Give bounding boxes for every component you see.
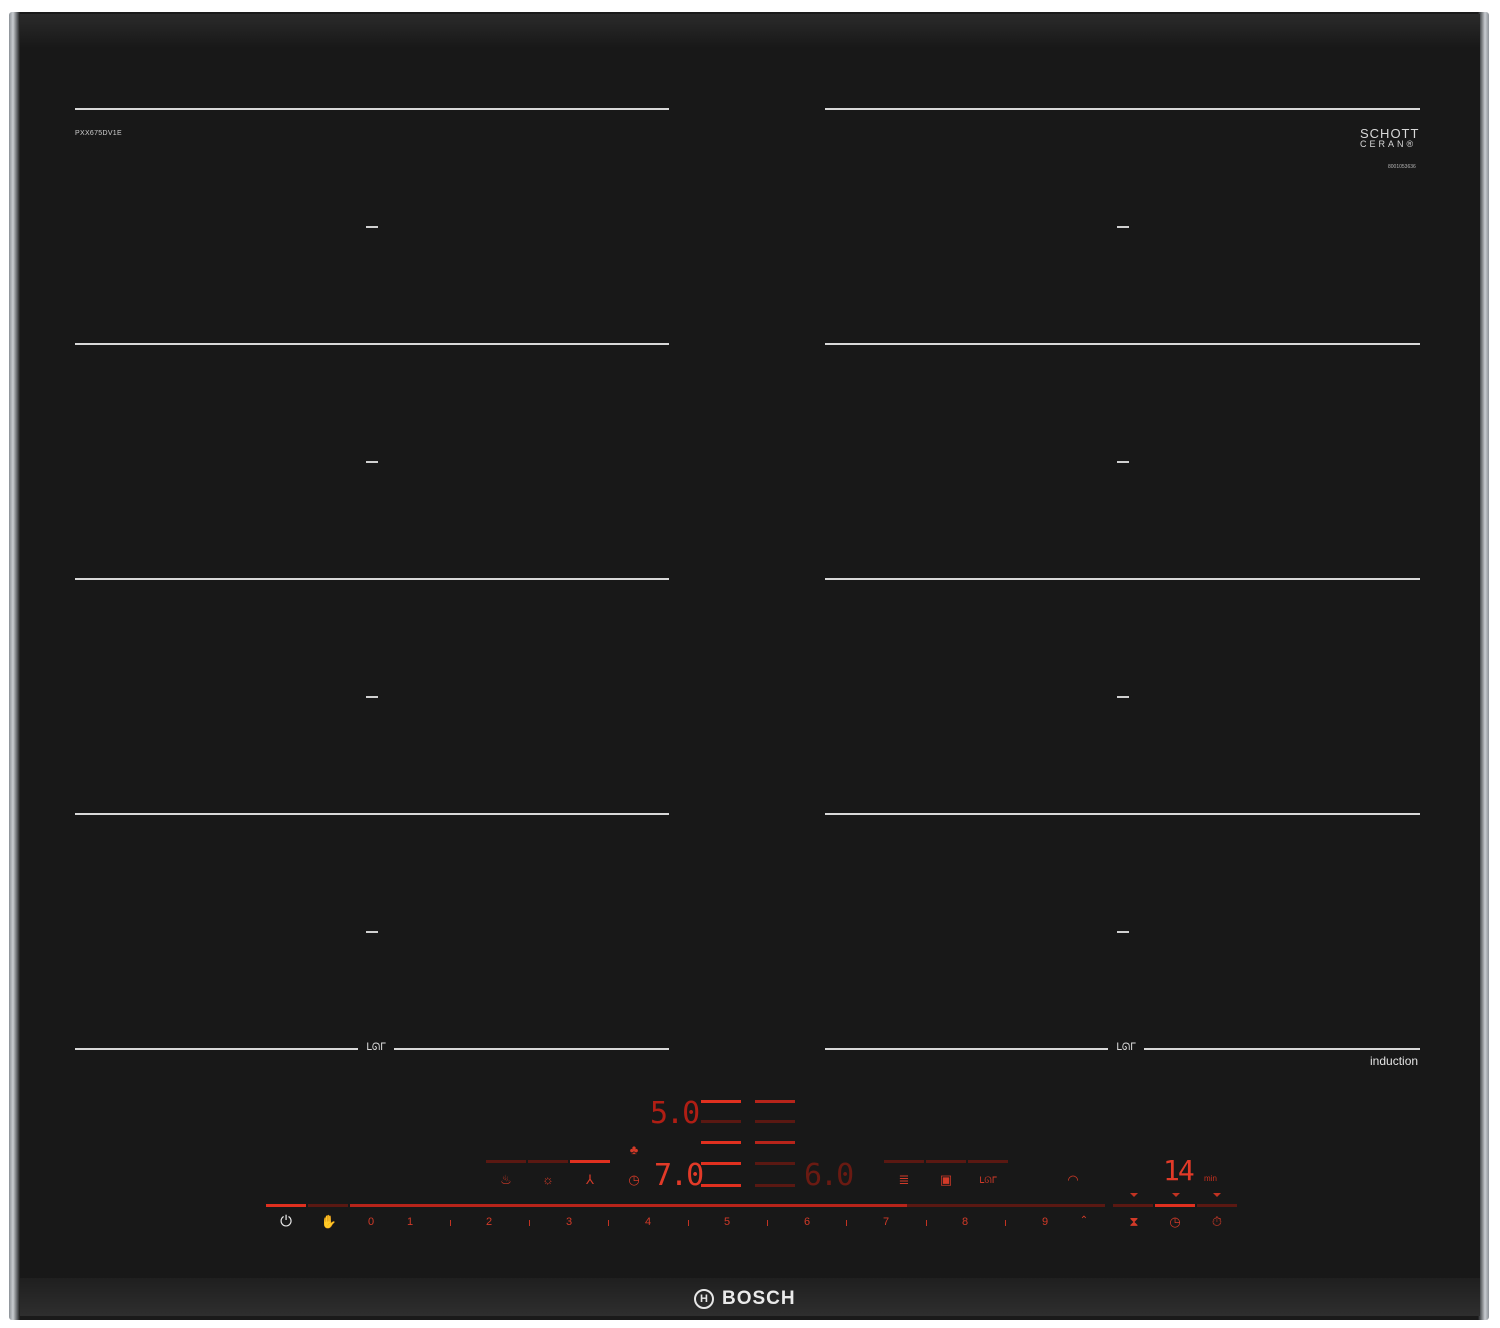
power-slider-track (350, 1204, 907, 1207)
power-slider-track-inactive (907, 1204, 1105, 1207)
ceran-text: CERAN® (1360, 139, 1417, 149)
slider-number[interactable]: 6 (799, 1216, 815, 1228)
timer-caret (1213, 1193, 1221, 1197)
zone-indicator (755, 1141, 795, 1144)
zone-indicator (701, 1184, 741, 1187)
slider-tick (608, 1220, 609, 1226)
timer-unit-label: min (1204, 1174, 1217, 1183)
light-icon[interactable]: ☼ (538, 1172, 558, 1188)
function-indicator (968, 1160, 1008, 1163)
slider-tick (529, 1220, 530, 1226)
zone-center-mark (366, 226, 378, 228)
zone-line (75, 108, 669, 110)
function-indicator (926, 1160, 966, 1163)
slider-number[interactable]: 1 (402, 1216, 418, 1228)
slider-number[interactable]: 7 (878, 1216, 894, 1228)
zone-center-mark (1117, 226, 1129, 228)
zone-line (75, 343, 669, 345)
slider-number[interactable]: 8 (957, 1216, 973, 1228)
slider-number[interactable]: 0 (363, 1216, 379, 1228)
serial-label: 8001053636 (1388, 164, 1416, 170)
stopwatch-icon[interactable]: ⏱ (1207, 1214, 1227, 1230)
zone-center-mark (1117, 696, 1129, 698)
zone-indicator (755, 1162, 795, 1165)
clock-icon[interactable]: ◷ (624, 1172, 644, 1188)
timer-caret (1172, 1193, 1180, 1197)
schott-ceran-logo: SCHOTT CERAN® (1360, 126, 1420, 149)
fan-icon[interactable]: ⅄ (580, 1172, 600, 1188)
zone-line (825, 813, 1420, 815)
brand-name: BOSCH (722, 1288, 796, 1309)
power-level-display-upper: 5.0 (650, 1096, 700, 1131)
top-edge (20, 14, 1480, 48)
zone-indicator (701, 1120, 741, 1123)
function-indicator (884, 1160, 924, 1163)
zone-indicator (755, 1184, 795, 1187)
slider-number[interactable]: 9 (1037, 1216, 1053, 1228)
zone-indicator (701, 1100, 741, 1103)
function-indicator (528, 1160, 568, 1163)
slider-number[interactable]: 2 (481, 1216, 497, 1228)
timer-indicator (1197, 1204, 1237, 1207)
zone-indicator (701, 1141, 741, 1144)
zone-indicator (701, 1162, 741, 1165)
slider-tick (926, 1220, 927, 1226)
slider-number[interactable]: 5 (719, 1216, 735, 1228)
zone-center-mark (1117, 461, 1129, 463)
bosch-armature-icon: H (694, 1289, 714, 1309)
flex-zone-icon[interactable]: ᒪᘏᒥ (976, 1172, 1000, 1188)
zone-center-mark (366, 696, 378, 698)
zone-center-mark (1117, 931, 1129, 933)
schott-text: SCHOTT (1360, 126, 1420, 141)
glass-surface (20, 14, 1480, 1314)
picture-icon[interactable]: ▣ (936, 1172, 956, 1188)
zone-center-mark (366, 461, 378, 463)
model-label: PXX675DV1E (75, 130, 122, 137)
zone-indicator (755, 1120, 795, 1123)
timer-indicator (1155, 1204, 1195, 1207)
timer-icon[interactable]: ⧗ (1124, 1214, 1144, 1230)
hood-control-icon[interactable]: ♣ (624, 1142, 644, 1158)
slider-tick (450, 1220, 451, 1226)
slider-number[interactable]: 4 (640, 1216, 656, 1228)
list-icon[interactable]: ≣ (894, 1172, 914, 1188)
child-lock-icon[interactable]: ✋ (316, 1214, 342, 1230)
bosch-logo: H BOSCH (694, 1286, 796, 1312)
timer-indicator (1113, 1204, 1153, 1207)
zone-center-mark (366, 931, 378, 933)
timer-caret (1130, 1193, 1138, 1197)
power-button-indicator (266, 1204, 306, 1207)
wifi-icon[interactable]: ◠ (1063, 1172, 1083, 1188)
slider-tick (846, 1220, 847, 1226)
zone-line (75, 813, 669, 815)
zone-line (75, 578, 669, 580)
function-indicator (486, 1160, 526, 1163)
power-level-display-right: 6.0 (804, 1158, 854, 1193)
zone-line (825, 343, 1420, 345)
slider-tick (1005, 1220, 1006, 1226)
boost-icon[interactable]: ⌃ (1072, 1213, 1096, 1229)
flex-zone-icon: ᒪᘏᒥ (358, 1041, 394, 1055)
flex-zone-icon: ᒪᘏᒥ (1108, 1041, 1144, 1055)
slider-number[interactable]: 3 (561, 1216, 577, 1228)
induction-label: induction (1370, 1054, 1419, 1068)
slider-tick (688, 1220, 689, 1226)
function-indicator (570, 1160, 610, 1163)
zone-indicator (755, 1100, 795, 1103)
power-level-display-middle: 7.0 (654, 1158, 704, 1193)
timer-display: 14 (1163, 1154, 1195, 1187)
fry-sensor-icon[interactable]: ♨ (496, 1172, 516, 1188)
zone-line (825, 578, 1420, 580)
kitchen-timer-icon[interactable]: ◷ (1165, 1214, 1185, 1230)
child-lock-indicator (308, 1204, 348, 1207)
slider-tick (767, 1220, 768, 1226)
zone-line (825, 108, 1420, 110)
power-icon[interactable]: ⏻ (276, 1214, 296, 1230)
